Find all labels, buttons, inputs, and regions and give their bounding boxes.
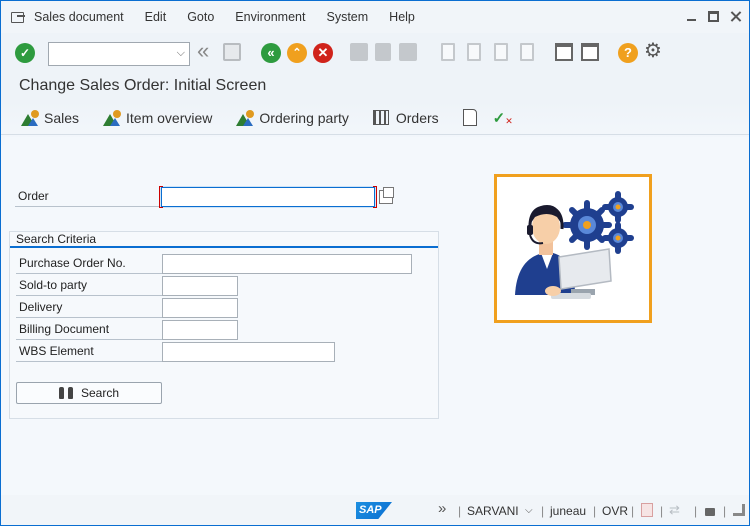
check-icon: ✓ — [492, 109, 506, 127]
document-status-icon — [641, 503, 653, 517]
item-overview-label: Item overview — [126, 109, 213, 126]
sold-to-party-label: Sold-to party — [16, 276, 162, 296]
field-row-billing: Billing Document — [16, 320, 238, 340]
search-button-label: Search — [80, 386, 120, 400]
help-icon[interactable]: ? — [618, 43, 638, 63]
menu-edit[interactable]: Edit — [145, 10, 167, 24]
chevron-down-icon[interactable]: ⌵ — [177, 47, 185, 60]
field-row-delivery: Delivery — [16, 298, 238, 318]
delivery-label: Delivery — [16, 298, 162, 318]
minimize-icon[interactable] — [686, 11, 697, 22]
ordering-party-label: Ordering party — [259, 109, 349, 126]
item-overview-button[interactable]: Item overview — [103, 109, 213, 126]
find-icon[interactable] — [375, 43, 391, 61]
document-flow-icon — [462, 109, 477, 126]
next-page-icon[interactable] — [494, 43, 508, 61]
support-agent-icon — [515, 191, 634, 299]
required-marker-right — [373, 186, 377, 208]
menu-goto[interactable]: Goto — [187, 10, 214, 24]
close-icon[interactable] — [730, 11, 741, 22]
last-page-icon[interactable] — [520, 43, 534, 61]
command-field[interactable]: ⌵ — [48, 42, 190, 66]
field-row-sold-to: Sold-to party — [16, 276, 238, 296]
document-flow-button[interactable] — [462, 109, 477, 126]
order-row: Order — [15, 186, 394, 208]
check-button[interactable]: ✓ ✕ — [493, 108, 513, 127]
order-input[interactable] — [159, 186, 377, 208]
sales-button-label: Sales — [44, 109, 80, 126]
menu-system[interactable]: System — [326, 10, 368, 24]
search-button[interactable]: Search — [16, 382, 162, 404]
search-criteria-title: Search Criteria — [10, 232, 438, 248]
find-next-icon[interactable] — [399, 43, 417, 61]
menu-icon[interactable] — [11, 11, 25, 23]
first-page-icon[interactable] — [441, 43, 455, 61]
field-row-wbs: WBS Element — [16, 342, 335, 362]
orders-button[interactable]: Orders — [372, 109, 439, 126]
purchase-order-input[interactable] — [162, 254, 412, 274]
menu-sales-document[interactable]: Sales document — [34, 10, 124, 24]
enter-icon[interactable]: ✓ — [15, 43, 35, 63]
purchase-order-label: Purchase Order No. — [16, 254, 162, 274]
support-illustration — [494, 174, 652, 323]
menu-help[interactable]: Help — [389, 10, 415, 24]
server-name: juneau — [550, 504, 587, 518]
sap-logo: SAP — [356, 502, 392, 519]
binoculars-icon — [58, 387, 73, 399]
orders-icon — [372, 110, 389, 125]
status-divider: | — [631, 504, 635, 518]
cross-small-icon: ✕ — [505, 116, 513, 126]
back-double-icon[interactable]: « — [197, 40, 209, 62]
maximize-icon[interactable] — [708, 11, 719, 22]
status-divider: | — [458, 504, 462, 518]
main-content: Order Search Criteria Purchase Order No.… — [5, 137, 749, 495]
window-controls — [686, 11, 741, 22]
billing-document-input[interactable] — [162, 320, 238, 340]
cancel-icon[interactable]: ✕ — [313, 43, 333, 63]
orders-label: Orders — [395, 109, 439, 126]
wbs-element-label: WBS Element — [16, 342, 162, 362]
field-row-purchase-order: Purchase Order No. — [16, 254, 412, 274]
status-divider: | — [541, 504, 545, 518]
expand-status-icon[interactable]: » — [438, 500, 446, 517]
delivery-input[interactable] — [162, 298, 238, 318]
status-bar: SAP » | SARVANI ⌵ | juneau | OVR | | ⇄ |… — [1, 495, 749, 525]
menu-bar: Sales document Edit Goto Environment Sys… — [1, 1, 749, 33]
system-toolbar: ✓ ⌵ « « ⌃ ✕ ? ⚙ — [1, 37, 749, 71]
billing-document-label: Billing Document — [16, 320, 162, 340]
lock-icon — [705, 508, 715, 516]
back-icon[interactable]: « — [261, 43, 281, 63]
sold-to-party-input[interactable] — [162, 276, 238, 296]
sales-button[interactable]: Sales — [21, 109, 80, 126]
application-toolbar: Sales Item overview Ordering party Order… — [1, 101, 749, 135]
menu-environment[interactable]: Environment — [235, 10, 305, 24]
status-divider: | — [660, 504, 664, 518]
system-user[interactable]: SARVANI — [467, 504, 519, 518]
save-icon[interactable] — [223, 43, 241, 61]
order-label: Order — [15, 187, 161, 207]
wbs-element-input[interactable] — [162, 342, 335, 362]
status-divider: | — [694, 504, 698, 518]
prev-page-icon[interactable] — [467, 43, 481, 61]
exit-icon[interactable]: ⌃ — [287, 43, 307, 63]
ordering-party-icon — [236, 109, 255, 126]
insert-mode[interactable]: OVR — [602, 504, 628, 518]
resize-grip-icon[interactable] — [733, 504, 745, 516]
ordering-party-button[interactable]: Ordering party — [236, 109, 349, 126]
sync-icon: ⇄ — [669, 502, 680, 517]
item-overview-icon — [103, 109, 122, 126]
value-help-icon[interactable] — [379, 187, 394, 204]
shortcut-icon[interactable] — [581, 43, 599, 61]
sales-icon — [21, 109, 39, 126]
sap-window: Sales document Edit Goto Environment Sys… — [0, 0, 750, 526]
search-criteria-group: Search Criteria Purchase Order No. Sold-… — [9, 231, 439, 419]
print-icon[interactable] — [350, 43, 368, 61]
chevron-down-icon[interactable]: ⌵ — [525, 505, 533, 516]
new-session-icon[interactable] — [555, 43, 573, 61]
settings-icon[interactable]: ⚙ — [644, 40, 662, 62]
status-divider: | — [593, 504, 597, 518]
page-title: Change Sales Order: Initial Screen — [19, 77, 267, 94]
required-marker-left — [159, 186, 163, 208]
status-divider: | — [723, 504, 727, 518]
